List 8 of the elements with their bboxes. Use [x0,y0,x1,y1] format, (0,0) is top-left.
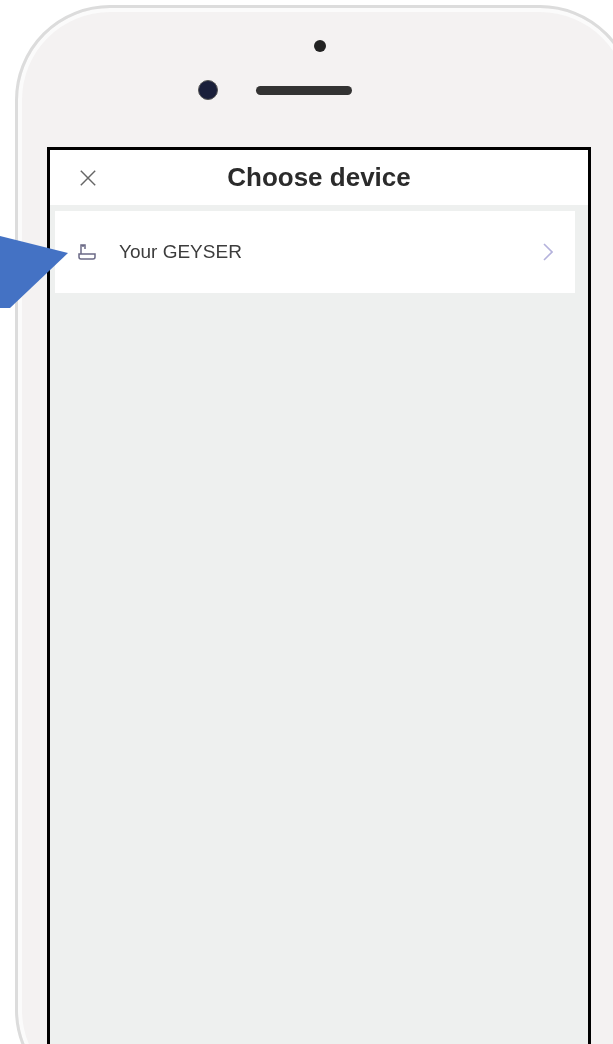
close-icon[interactable] [79,168,97,187]
screen-title: Choose device [226,162,412,193]
chevron-right-icon [543,243,553,261]
camera-icon [198,80,218,100]
bathtub-icon [77,242,97,262]
device-list-item[interactable]: Your GEYSER [55,211,575,293]
device-label: Your GEYSER [119,241,243,263]
sensor-icon [314,40,326,52]
